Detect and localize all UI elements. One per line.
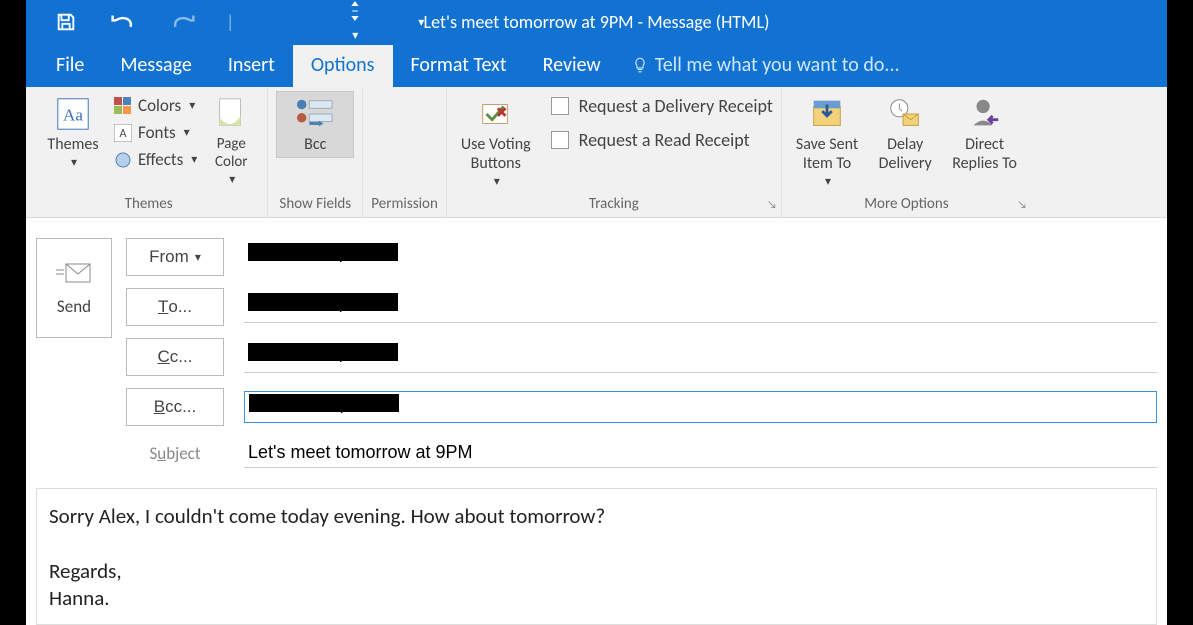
lightbulb-icon (631, 56, 649, 74)
group-tracking: Use VotingButtons ▾ Request a Delivery R… (447, 87, 782, 217)
tracking-dialog-launcher[interactable]: ↘ (767, 198, 777, 211)
colors-icon (114, 97, 132, 115)
compose-header: Send From ▾ user0@example.com To... user… (26, 218, 1167, 468)
to-field[interactable]: user1@example.com (244, 291, 1157, 323)
colors-button[interactable]: Colors▾ (114, 95, 197, 116)
group-show-fields: Bcc Show Fields (268, 87, 363, 217)
tab-file[interactable]: File (38, 45, 102, 87)
svg-text:Aa: Aa (63, 106, 83, 125)
group-permission: Permission (363, 87, 447, 217)
page-color-label: PageColor (215, 135, 248, 171)
bcc-button[interactable]: Bcc... (126, 388, 224, 426)
direct-replies-button[interactable]: DirectReplies To (946, 91, 1023, 177)
ribbon-tabs: File Message Insert Options Format Text … (26, 44, 1167, 87)
group-more-options: Save SentItem To ▾ DelayDelivery (782, 87, 1031, 217)
permission-label: Permission (371, 195, 438, 217)
use-voting-button[interactable]: Use VotingButtons ▾ (455, 91, 537, 194)
subject-label: Subject (126, 443, 224, 464)
svg-text:A: A (120, 127, 127, 141)
direct-replies-label: DirectReplies To (952, 135, 1017, 173)
effects-icon (114, 151, 132, 169)
bcc-icon (292, 95, 338, 133)
read-receipt-label: Request a Read Receipt (579, 129, 750, 151)
subject-field[interactable] (244, 438, 1157, 468)
fonts-button[interactable]: A Fonts▾ (114, 122, 197, 143)
tab-options[interactable]: Options (293, 45, 393, 87)
tab-insert[interactable]: Insert (210, 45, 293, 87)
effects-button[interactable]: Effects▾ (114, 149, 197, 170)
tab-format-text[interactable]: Format Text (393, 45, 525, 87)
qat-separator: | (226, 11, 234, 33)
from-field[interactable]: user0@example.com (244, 241, 1157, 273)
cc-field[interactable]: user2@example.com (244, 341, 1157, 373)
bcc-field[interactable]: user3@example.com (244, 391, 1157, 423)
themes-icon: Aa (54, 95, 92, 133)
more-options-label: More Options (790, 195, 1023, 217)
delivery-receipt-label: Request a Delivery Receipt (579, 95, 773, 117)
redo-icon[interactable] (168, 8, 196, 36)
from-button[interactable]: From ▾ (126, 238, 224, 276)
title-bar: | ▾ ▾ Let's meet tomorrow at 9PM - Messa… (26, 0, 1167, 44)
qat-customize[interactable]: ▾ (418, 15, 424, 30)
bcc-field-button[interactable]: Bcc (276, 91, 354, 158)
cc-button[interactable]: Cc... (126, 338, 224, 376)
group-themes: Aa Themes ▾ Colors▾ A Fonts▾ (30, 87, 268, 217)
to-button[interactable]: To... (126, 288, 224, 326)
delivery-receipt-checkbox[interactable]: Request a Delivery Receipt (551, 95, 773, 117)
ribbon: Aa Themes ▾ Colors▾ A Fonts▾ (26, 87, 1167, 218)
tell-me-placeholder: Tell me what you want to do... (655, 53, 900, 77)
envelope-icon (54, 260, 94, 286)
delay-label: DelayDelivery (879, 135, 932, 173)
themes-button[interactable]: Aa Themes ▾ (38, 91, 108, 175)
bcc-label: Bcc (304, 135, 326, 154)
tab-message[interactable]: Message (102, 45, 209, 87)
save-icon[interactable] (52, 8, 80, 36)
message-body[interactable]: Sorry Alex, I couldn't come today evenin… (36, 488, 1157, 625)
send-label: Send (57, 296, 91, 317)
direct-replies-icon (965, 95, 1005, 133)
tell-me-search[interactable]: Tell me what you want to do... (619, 45, 912, 87)
send-button[interactable]: Send (36, 238, 112, 338)
more-options-dialog-launcher[interactable]: ↘ (1017, 198, 1027, 211)
read-receipt-checkbox[interactable]: Request a Read Receipt (551, 129, 773, 151)
undo-icon[interactable] (110, 8, 138, 36)
tab-review[interactable]: Review (525, 45, 619, 87)
fonts-icon: A (114, 124, 132, 142)
themes-group-label: Themes (38, 195, 259, 217)
page-color-icon (212, 95, 250, 133)
page-color-button[interactable]: PageColor ▾ (203, 91, 259, 191)
save-sent-label: Save SentItem To (796, 135, 858, 173)
show-fields-label: Show Fields (276, 195, 354, 217)
qat-more[interactable]: ▾ (344, 0, 366, 44)
use-voting-label: Use VotingButtons (461, 135, 531, 173)
voting-icon (476, 95, 516, 133)
save-sent-icon (807, 95, 847, 133)
save-sent-item-button[interactable]: Save SentItem To ▾ (790, 91, 864, 194)
delay-icon (885, 95, 925, 133)
themes-label: Themes (47, 135, 98, 154)
delay-delivery-button[interactable]: DelayDelivery (870, 91, 940, 177)
tracking-label: Tracking (455, 195, 773, 217)
